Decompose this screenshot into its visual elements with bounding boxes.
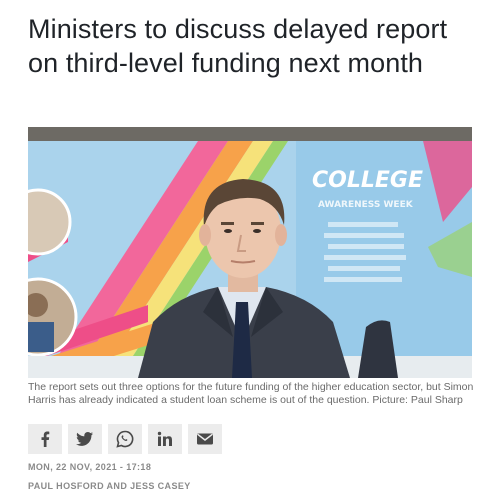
share-facebook-button[interactable] xyxy=(28,424,62,454)
photo-image: COLLEGE AWARENESS WEEK xyxy=(28,127,472,378)
linkedin-icon xyxy=(157,431,172,446)
share-email-button[interactable] xyxy=(188,424,222,454)
banner-title-text: COLLEGE xyxy=(312,168,423,193)
photo-caption: The report sets out three options for th… xyxy=(28,381,474,406)
twitter-icon xyxy=(76,432,93,446)
whatsapp-icon xyxy=(116,430,134,448)
article-photo: COLLEGE AWARENESS WEEK xyxy=(28,127,472,378)
banner-subtitle-text: AWARENESS WEEK xyxy=(318,200,414,210)
facebook-icon xyxy=(41,431,50,447)
email-icon xyxy=(197,433,213,445)
share-whatsapp-button[interactable] xyxy=(108,424,142,454)
article-headline: Ministers to discuss delayed report on t… xyxy=(28,14,448,78)
article-authors[interactable]: PAUL HOSFORD AND JESS CASEY xyxy=(28,481,191,491)
article-date: MON, 22 NOV, 2021 - 17:18 xyxy=(28,462,152,472)
share-twitter-button[interactable] xyxy=(68,424,102,454)
share-linkedin-button[interactable] xyxy=(148,424,182,454)
share-bar xyxy=(28,424,222,454)
